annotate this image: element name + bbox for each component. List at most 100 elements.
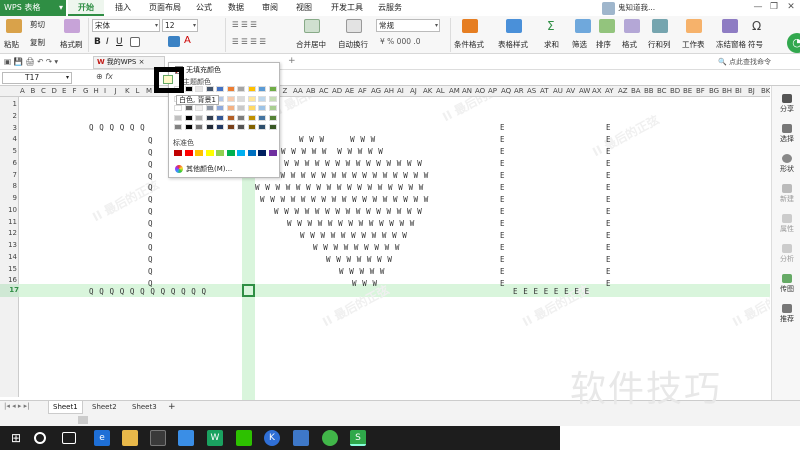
theme-color-swatch[interactable]	[184, 86, 193, 92]
row-header-17[interactable]: 17	[0, 284, 19, 297]
column-header-m[interactable]: M	[146, 86, 152, 96]
row-header-15[interactable]: 15	[0, 264, 17, 274]
row-header-2[interactable]: 2	[0, 111, 17, 121]
app-menu-button[interactable]: WPS 表格 ▾	[0, 0, 66, 16]
theme-color-swatch[interactable]	[237, 95, 245, 102]
sheet-nav-icons[interactable]: |◂ ◂ ▸ ▸|	[4, 402, 29, 410]
rows-cols-icon[interactable]	[652, 19, 668, 33]
theme-color-swatch[interactable]	[226, 105, 235, 111]
column-header-ao[interactable]: AO	[475, 86, 485, 96]
tab-formulas[interactable]: 公式	[190, 0, 218, 16]
theme-color-swatch[interactable]	[237, 124, 245, 130]
side-analysis[interactable]: 分析	[774, 244, 800, 264]
standard-color-swatch[interactable]	[205, 150, 214, 156]
column-header-au[interactable]: AU	[553, 86, 563, 96]
standard-color-swatch[interactable]	[237, 150, 245, 156]
column-header-j[interactable]: J	[115, 86, 117, 96]
column-header-al[interactable]: AL	[436, 86, 445, 96]
theme-color-swatch[interactable]	[174, 114, 182, 121]
wechat-icon[interactable]	[236, 430, 252, 446]
theme-color-swatch[interactable]	[184, 124, 193, 130]
close-icon[interactable]: ×	[139, 58, 145, 66]
column-header-ai[interactable]: AI	[397, 86, 404, 96]
column-header-k[interactable]: K	[125, 86, 130, 96]
column-header-ae[interactable]: AE	[345, 86, 354, 96]
side-new[interactable]: 新建	[774, 184, 800, 204]
column-header-ad[interactable]: AD	[332, 86, 342, 96]
side-shape[interactable]: 形状	[774, 154, 800, 174]
column-header-h[interactable]: H	[94, 86, 99, 96]
row-header-3[interactable]: 3	[0, 123, 17, 133]
bold-button[interactable]: B	[94, 37, 101, 47]
column-header-bc[interactable]: BC	[657, 86, 667, 96]
column-header-i[interactable]: I	[104, 86, 106, 96]
column-header-g[interactable]: G	[83, 86, 88, 96]
theme-color-swatch[interactable]	[268, 86, 277, 92]
paste-button[interactable]: 粘贴	[4, 39, 19, 50]
row-header-10[interactable]: 10	[0, 205, 17, 215]
column-header-bh[interactable]: BH	[722, 86, 732, 96]
format-button[interactable]: 格式	[622, 39, 637, 50]
tab-page-layout[interactable]: 页面布局	[142, 0, 188, 16]
column-header-at[interactable]: AT	[540, 86, 549, 96]
close-button[interactable]: ✕	[785, 1, 797, 13]
column-header-d[interactable]: D	[52, 86, 57, 96]
task-view-icon[interactable]	[62, 432, 76, 444]
tab-home[interactable]: 开始	[68, 0, 104, 16]
theme-color-swatch[interactable]	[216, 114, 224, 121]
theme-color-swatch[interactable]	[184, 105, 193, 111]
row-header-11[interactable]: 11	[0, 217, 17, 227]
theme-color-swatch[interactable]	[174, 105, 182, 111]
theme-color-swatch[interactable]	[216, 105, 224, 111]
tab-cloud[interactable]: 云服务	[372, 0, 408, 16]
sheet-tab-1[interactable]: Sheet1	[48, 401, 83, 414]
standard-color-swatch[interactable]	[268, 150, 277, 156]
standard-color-swatch[interactable]	[258, 150, 266, 156]
format-painter-icon[interactable]	[64, 19, 80, 33]
row-header-12[interactable]: 12	[0, 228, 17, 238]
column-header-ar[interactable]: AR	[514, 86, 524, 96]
tab-review[interactable]: 审阅	[256, 0, 284, 16]
add-sheet-button[interactable]: +	[164, 401, 180, 414]
theme-color-swatch[interactable]	[195, 86, 203, 92]
file-explorer-icon[interactable]	[122, 430, 138, 446]
theme-color-swatch[interactable]	[216, 124, 224, 130]
store-icon[interactable]	[150, 430, 166, 446]
filter-button[interactable]: 筛选	[572, 39, 587, 50]
column-header-af[interactable]: AF	[358, 86, 367, 96]
theme-color-swatch[interactable]	[195, 114, 203, 121]
sort-button[interactable]: 排序	[596, 39, 611, 50]
format-painter-button[interactable]: 格式刷	[60, 39, 83, 50]
sort-icon[interactable]	[599, 19, 615, 33]
row-header-1[interactable]: 1	[0, 99, 17, 109]
theme-color-swatch[interactable]	[258, 86, 266, 92]
quick-access-icons[interactable]: ▣ 💾 🖨 ↶ ↷ ▾	[4, 57, 58, 66]
column-header-av[interactable]: AV	[566, 86, 575, 96]
symbol-button[interactable]: 符号	[748, 39, 763, 50]
theme-color-swatch[interactable]	[268, 114, 277, 121]
column-header-bj[interactable]: BJ	[748, 86, 755, 96]
cond-format-button[interactable]: 条件格式	[454, 39, 484, 50]
theme-color-swatch[interactable]	[237, 105, 245, 111]
column-header-ba[interactable]: BA	[631, 86, 641, 96]
column-header-c[interactable]: C	[41, 86, 46, 96]
font-color-icon[interactable]: A	[184, 35, 191, 46]
wps-spreadsheet-icon[interactable]: S	[350, 430, 366, 446]
assistant-bubble-icon[interactable]: ◔	[787, 33, 800, 53]
search-circle-icon[interactable]	[34, 432, 46, 444]
side-share[interactable]: 分享	[774, 94, 800, 114]
freeze-button[interactable]: 冻结窗格	[716, 39, 746, 50]
fx-area[interactable]: ⊕ fx	[96, 72, 113, 81]
filter-icon[interactable]	[575, 19, 591, 33]
column-header-e[interactable]: E	[62, 86, 66, 96]
side-select[interactable]: 选择	[774, 124, 800, 144]
symbol-icon[interactable]: Ω	[752, 19, 761, 33]
theme-color-swatch[interactable]	[205, 114, 214, 121]
edge-browser-icon[interactable]: e	[94, 430, 110, 446]
sheet-tab-3[interactable]: Sheet3	[128, 401, 161, 414]
tab-data[interactable]: 数据	[222, 0, 250, 16]
side-properties[interactable]: 属性	[774, 214, 800, 234]
row-header-7[interactable]: 7	[0, 170, 17, 180]
row-header-9[interactable]: 9	[0, 193, 17, 203]
standard-color-swatch[interactable]	[195, 150, 203, 156]
